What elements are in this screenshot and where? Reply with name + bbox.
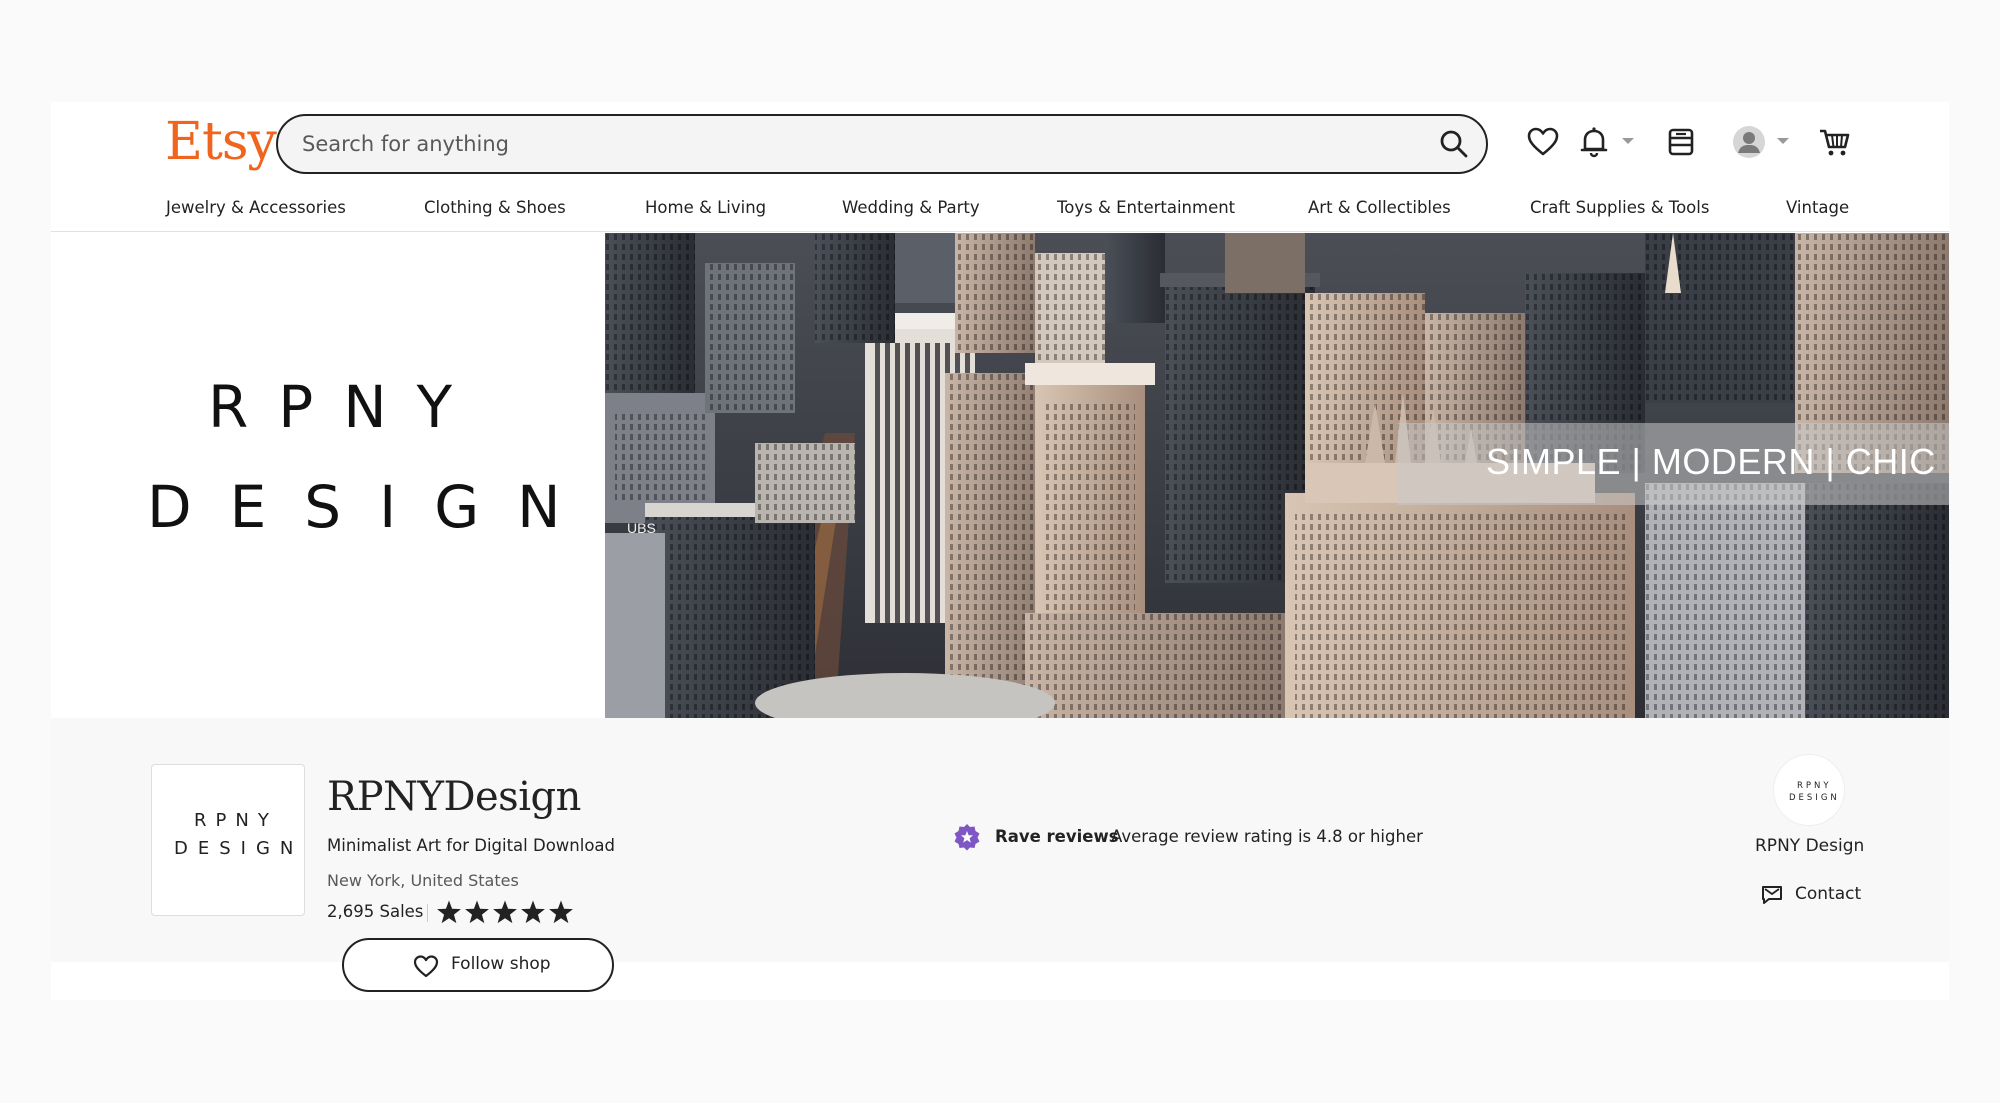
follow-shop-label: Follow shop (451, 954, 551, 974)
banner-logo: RPNY DESIGN (51, 233, 605, 718)
owner-avatar[interactable]: RPNY DESIGN (1773, 754, 1845, 826)
banner-tagline: SIMPLE | MODERN | CHIC (1486, 441, 1936, 482)
shop-info: RPNY DESIGN RPNYDesign Minimalist Art fo… (51, 718, 1949, 992)
chevron-down-icon[interactable] (1777, 138, 1789, 144)
rave-reviews-description: Average review rating is 4.8 or higher (1111, 827, 1423, 846)
shop-avatar[interactable]: RPNY DESIGN (151, 764, 305, 916)
owner-avatar-line1: RPNY (1797, 781, 1832, 791)
shop-avatar-line1: RPNY (194, 810, 278, 831)
shop-tagline: Minimalist Art for Digital Download (327, 836, 616, 855)
star-icon (521, 900, 545, 924)
owner-name[interactable]: RPNY Design (1755, 836, 1864, 856)
rave-reviews-title: Rave reviews (995, 827, 1119, 846)
nav-item-wedding[interactable]: Wedding & Party (842, 198, 980, 217)
shop-sales[interactable]: 2,695 Sales (327, 902, 423, 921)
star-icon (493, 900, 517, 924)
star-icon (437, 900, 461, 924)
rave-badge-icon (954, 824, 980, 851)
nav-item-home[interactable]: Home & Living (645, 198, 766, 217)
bell-icon[interactable] (1576, 124, 1612, 160)
shop-banner: RPNY DESIGN UBS SIMPLE | MODERN | CHIC (51, 233, 1949, 718)
chevron-down-icon[interactable] (1622, 138, 1634, 144)
banner-image: UBS SIMPLE | MODERN | CHIC (605, 233, 1949, 718)
nav-item-toys[interactable]: Toys & Entertainment (1057, 198, 1235, 217)
mail-icon (1762, 886, 1782, 904)
owner-avatar-line2: DESIGN (1789, 793, 1840, 803)
shop-avatar-line2: DESIGN (174, 838, 304, 859)
shop-icon[interactable] (1663, 124, 1699, 160)
search-input[interactable] (302, 116, 1382, 172)
star-icon (465, 900, 489, 924)
nav-item-art[interactable]: Art & Collectibles (1308, 198, 1451, 217)
banner-logo-line1: RPNY (208, 373, 483, 441)
divider (427, 904, 428, 922)
nav-item-jewelry[interactable]: Jewelry & Accessories (166, 198, 346, 217)
shop-name: RPNYDesign (327, 774, 581, 820)
nav-item-clothing[interactable]: Clothing & Shoes (424, 198, 566, 217)
contact-label: Contact (1795, 884, 1862, 904)
avatar-icon[interactable] (1731, 124, 1767, 160)
banner-sign: UBS (627, 520, 656, 536)
search-bar (276, 114, 1488, 174)
cart-icon[interactable] (1817, 124, 1853, 160)
star-icon (549, 900, 573, 924)
nav-item-craft[interactable]: Craft Supplies & Tools (1530, 198, 1709, 217)
tagline-overlay: SIMPLE | MODERN | CHIC (1398, 423, 1949, 505)
heart-icon (413, 955, 439, 978)
page-card: Etsy Search for anything Jewelry & Acces… (51, 102, 1949, 1000)
star-rating[interactable] (435, 898, 575, 928)
banner-logo-line2: DESIGN (147, 473, 599, 541)
shop-location: New York, United States (327, 871, 519, 890)
search-icon[interactable] (1438, 128, 1470, 160)
category-nav: Jewelry & Accessories Clothing & Shoes H… (51, 194, 1949, 228)
heart-icon[interactable] (1525, 124, 1561, 160)
follow-shop-button[interactable]: Follow shop (342, 938, 614, 992)
nav-item-vintage[interactable]: Vintage (1786, 198, 1849, 217)
site-header: Etsy Search for anything Jewelry & Acces… (51, 102, 1949, 232)
etsy-logo[interactable]: Etsy (165, 112, 277, 172)
